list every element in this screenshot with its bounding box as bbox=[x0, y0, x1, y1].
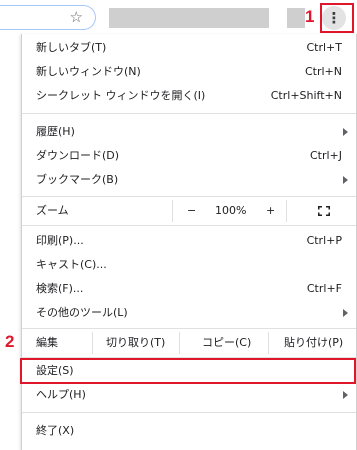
submenu-arrow-icon bbox=[343, 391, 348, 399]
edit-divider bbox=[268, 332, 269, 354]
step-badge-1: 1 bbox=[305, 7, 315, 26]
menu-item-label: 新しいタブ(T) bbox=[36, 41, 107, 54]
shortcut-label: Ctrl+J bbox=[309, 149, 342, 162]
shortcut-label: Ctrl+Shift+N bbox=[270, 89, 342, 102]
menu-item-find[interactable]: 検索(F)... Ctrl+F bbox=[22, 278, 356, 300]
menu-item-label: 検索(F)... bbox=[36, 282, 84, 295]
menu-item-new-tab[interactable]: 新しいタブ(T) Ctrl+T bbox=[22, 37, 356, 59]
edit-divider bbox=[92, 332, 93, 354]
highlight-frame-settings bbox=[20, 358, 356, 384]
menu-item-label: シークレット ウィンドウを開く(I) bbox=[36, 89, 206, 102]
submenu-arrow-icon bbox=[343, 128, 348, 136]
menu-item-history[interactable]: 履歴(H) bbox=[22, 121, 356, 143]
edit-label: 編集 bbox=[36, 336, 58, 349]
edit-divider bbox=[179, 332, 180, 354]
zoom-out-button[interactable]: − bbox=[187, 199, 196, 223]
zoom-level: 100% bbox=[215, 204, 247, 217]
step-badge-2: 2 bbox=[5, 332, 15, 351]
paste-button[interactable]: 貼り付け(P) bbox=[284, 331, 343, 355]
menu-item-label: 終了(X) bbox=[36, 424, 75, 437]
shortcut-label: Ctrl+T bbox=[306, 41, 342, 54]
shortcut-label: Ctrl+F bbox=[306, 282, 342, 295]
redacted-extension-area bbox=[109, 8, 269, 28]
shortcut-label: Ctrl+N bbox=[304, 65, 342, 78]
fullscreen-icon[interactable] bbox=[318, 206, 330, 216]
menu-item-new-window[interactable]: 新しいウィンドウ(N) Ctrl+N bbox=[22, 61, 356, 83]
zoom-label: ズーム bbox=[36, 204, 69, 217]
menu-divider bbox=[22, 196, 356, 197]
zoom-divider bbox=[172, 200, 173, 222]
redacted-extension-icon bbox=[287, 8, 305, 28]
more-menu-button[interactable]: ⋮ bbox=[322, 6, 346, 30]
zoom-in-button[interactable]: + bbox=[266, 199, 275, 223]
menu-item-label: キャスト(C)... bbox=[36, 258, 107, 271]
bookmark-star-icon[interactable]: ☆ bbox=[70, 9, 83, 26]
menu-divider bbox=[22, 225, 356, 226]
menu-item-cast[interactable]: キャスト(C)... bbox=[22, 254, 356, 276]
menu-divider bbox=[22, 412, 356, 413]
menu-divider bbox=[22, 328, 356, 329]
zoom-row: ズーム − 100% + bbox=[22, 199, 356, 223]
menu-item-downloads[interactable]: ダウンロード(D) Ctrl+J bbox=[22, 145, 356, 167]
menu-item-label: 印刷(P)... bbox=[36, 234, 84, 247]
submenu-arrow-icon bbox=[343, 176, 348, 184]
menu-divider bbox=[22, 113, 356, 114]
menu-item-label: ダウンロード(D) bbox=[36, 149, 120, 162]
menu-item-label: ヘルプ(H) bbox=[36, 388, 86, 401]
copy-button[interactable]: コピー(C) bbox=[202, 331, 251, 355]
shortcut-label: Ctrl+P bbox=[306, 234, 342, 247]
chrome-main-menu: 新しいタブ(T) Ctrl+T 新しいウィンドウ(N) Ctrl+N シークレッ… bbox=[20, 34, 357, 450]
menu-item-label: 履歴(H) bbox=[36, 125, 75, 138]
menu-item-exit[interactable]: 終了(X) bbox=[22, 420, 356, 442]
cut-button[interactable]: 切り取り(T) bbox=[106, 331, 165, 355]
menu-item-print[interactable]: 印刷(P)... Ctrl+P bbox=[22, 230, 356, 252]
menu-item-bookmarks[interactable]: ブックマーク(B) bbox=[22, 169, 356, 191]
menu-item-label: その他のツール(L) bbox=[36, 306, 128, 319]
browser-toolbar: ☆ 1 ⋮ bbox=[0, 0, 357, 35]
menu-item-label: 新しいウィンドウ(N) bbox=[36, 65, 141, 78]
menu-item-help[interactable]: ヘルプ(H) bbox=[22, 384, 356, 406]
address-bar[interactable]: ☆ bbox=[0, 5, 96, 30]
zoom-divider bbox=[286, 200, 287, 222]
submenu-arrow-icon bbox=[343, 309, 348, 317]
menu-item-more-tools[interactable]: その他のツール(L) bbox=[22, 302, 356, 324]
menu-item-incognito[interactable]: シークレット ウィンドウを開く(I) Ctrl+Shift+N bbox=[22, 85, 356, 107]
menu-item-label: ブックマーク(B) bbox=[36, 173, 119, 186]
edit-row: 編集 切り取り(T) コピー(C) 貼り付け(P) bbox=[22, 331, 356, 355]
